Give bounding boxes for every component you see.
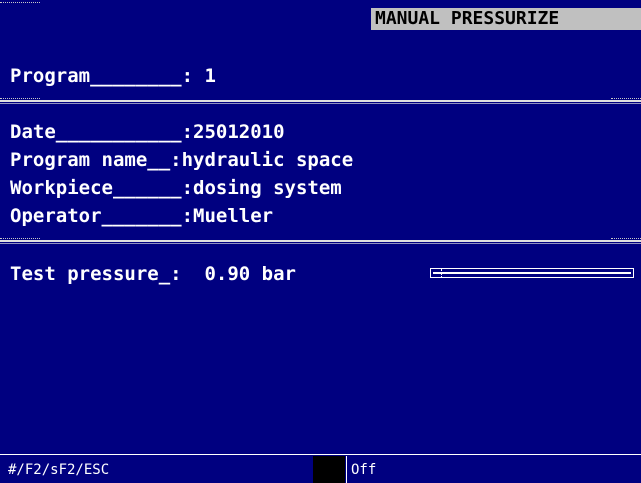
function-keys-hint[interactable]: #/F2/sF2/ESC xyxy=(8,461,109,479)
status-state-label: Off xyxy=(351,462,377,478)
pressure-gauge-bar xyxy=(430,268,634,278)
date-field: Date___________:25012010 xyxy=(10,121,285,143)
program-number-field[interactable]: Program________: 1 xyxy=(10,64,216,88)
mode-title: MANUAL PRESSURIZE xyxy=(371,8,641,30)
status-state-box: Off xyxy=(346,456,641,483)
operator-field: Operator_______:Mueller xyxy=(10,205,274,227)
machine-screen: MANUAL PRESSURIZE Program________: 1 Dat… xyxy=(0,0,641,483)
pressure-gauge-track xyxy=(433,272,631,274)
program-name-field: Program name__:hydraulic space xyxy=(10,149,354,171)
separator xyxy=(0,98,641,105)
workpiece-field: Workpiece______:dosing system xyxy=(10,177,342,199)
corner-marker xyxy=(0,2,40,3)
title-bar: MANUAL PRESSURIZE xyxy=(0,0,641,36)
status-bar: #/F2/sF2/ESC Off xyxy=(0,454,641,483)
status-indicator-block xyxy=(313,456,345,483)
test-pressure-readout: Test pressure_: 0.90 bar xyxy=(10,263,296,285)
separator xyxy=(0,238,641,245)
